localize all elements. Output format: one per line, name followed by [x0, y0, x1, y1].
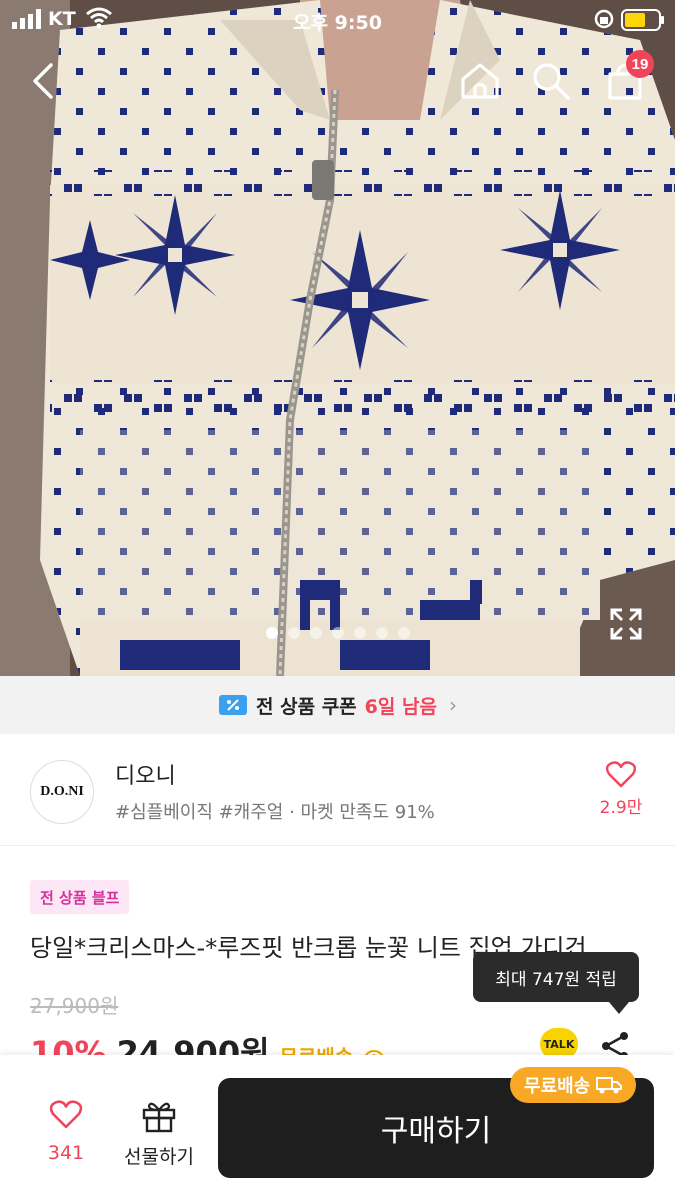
chevron-right-icon: ›	[448, 693, 457, 717]
fullscreen-icon[interactable]	[608, 606, 644, 642]
coupon-remaining: 6일 남음	[364, 695, 437, 718]
coupon-banner[interactable]: 전 상품 쿠폰 6일 남음 ›	[0, 676, 675, 734]
gift-label: 선물하기	[124, 1146, 194, 1168]
bottom-action-bar: 341 선물하기 구매하기 무료배송	[0, 1055, 675, 1200]
coupon-text: 전 상품 쿠폰	[256, 695, 357, 718]
carousel-dot[interactable]	[287, 627, 300, 639]
shop-logo[interactable]: D.O.NI	[30, 760, 94, 824]
original-price: 27,900원	[30, 994, 119, 1018]
gift-button[interactable]: 선물하기	[114, 1099, 204, 1169]
chevron-left-icon	[33, 63, 53, 99]
search-icon	[533, 63, 570, 100]
back-button[interactable]	[18, 56, 68, 106]
shop-like-button[interactable]: 2.9만	[590, 760, 652, 818]
carousel-dot[interactable]	[331, 627, 344, 639]
promo-badge: 전 상품 블프	[30, 880, 130, 914]
status-bar: KT 오후 9:50	[0, 0, 675, 40]
gift-icon	[142, 1102, 176, 1133]
battery-icon	[621, 9, 664, 31]
free-shipping-pill: 무료배송	[510, 1067, 637, 1103]
rotation-lock-icon	[594, 9, 614, 29]
carousel-dot[interactable]	[265, 627, 278, 639]
home-icon	[461, 63, 499, 99]
cart-count-badge: 19	[626, 50, 654, 78]
coupon-icon	[219, 695, 248, 715]
truck-icon	[596, 1077, 623, 1094]
heart-icon	[49, 1100, 83, 1129]
clock: 오후 9:50	[293, 12, 382, 34]
carousel-dot[interactable]	[375, 627, 388, 639]
shop-tags: #심플베이직 #캐주얼 · 마켓 만족도 91%	[115, 802, 435, 823]
home-button[interactable]	[455, 56, 505, 106]
carousel-dot[interactable]	[309, 627, 322, 639]
like-count: 341	[47, 1142, 85, 1164]
carousel-dot[interactable]	[397, 627, 410, 639]
top-navigation: 19	[0, 50, 675, 110]
shop-info[interactable]: D.O.NI 디오니 #심플베이직 #캐주얼 · 마켓 만족도 91% 2.9만	[0, 734, 675, 846]
reward-tooltip: 최대 747원 적립	[473, 952, 639, 1014]
shop-name[interactable]: 디오니	[115, 758, 176, 790]
carousel-dot[interactable]	[353, 627, 366, 639]
carousel-indicator	[0, 627, 675, 639]
like-button[interactable]: 341	[36, 1099, 96, 1164]
shop-like-count: 2.9만	[599, 798, 643, 818]
cart-button[interactable]: 19	[600, 50, 654, 106]
search-button[interactable]	[526, 56, 576, 106]
heart-icon	[605, 761, 637, 788]
free-shipping-pill-label: 무료배송	[524, 1076, 591, 1097]
product-image[interactable]: KT 오후 9:50 19	[0, 0, 675, 676]
